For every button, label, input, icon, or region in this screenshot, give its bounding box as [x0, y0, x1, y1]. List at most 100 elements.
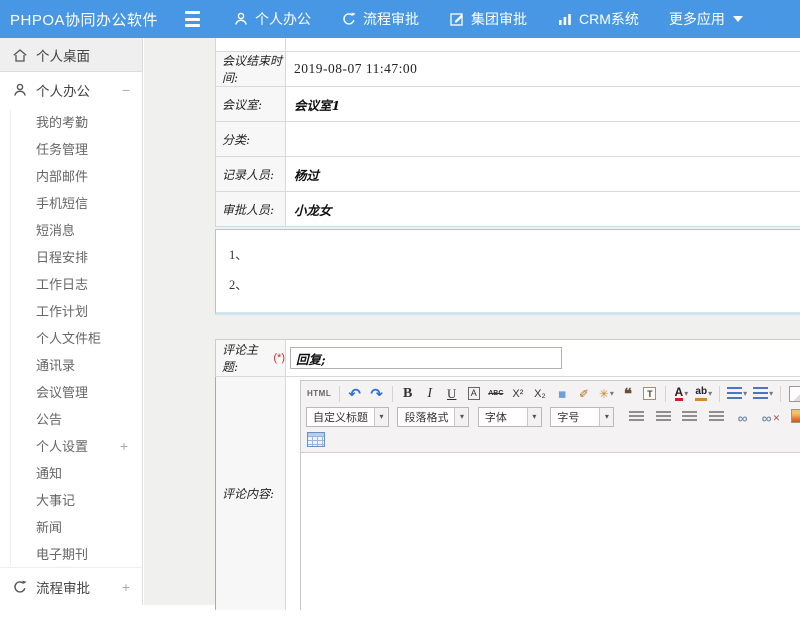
insert-table-icon[interactable] — [305, 430, 328, 450]
cycle-icon — [12, 579, 28, 595]
sidebar-item-announcement[interactable]: 公告 — [0, 405, 142, 432]
chevron-down-icon: ▾ — [527, 408, 541, 426]
sidebar-item-contacts[interactable]: 通讯录 — [0, 351, 142, 378]
sidebar-item-work-plan[interactable]: 工作计划 — [0, 297, 142, 324]
top-navigation-bar: PHPOA协同办公软件 个人办公 流程审批 集团审批 CRM系统 更多应用 — [0, 0, 800, 38]
toolbar-separator — [780, 386, 781, 402]
ordered-list-icon[interactable]: ▾ — [725, 384, 749, 404]
meeting-minutes-box: 1、 2、 — [215, 229, 800, 315]
bold-icon[interactable]: B — [398, 384, 418, 404]
chevron-down-icon — [733, 16, 743, 22]
font-size-select[interactable]: 字号 ▾ — [550, 407, 614, 427]
subscript-icon[interactable]: X₂ — [530, 384, 550, 404]
editor-content-area[interactable] — [301, 453, 800, 623]
font-color-icon[interactable]: A▾ — [671, 384, 691, 404]
editor-toolbar: HTML ↶ ↷ — [301, 381, 800, 453]
font-frame-icon[interactable]: A — [464, 384, 484, 404]
html-source-button[interactable]: HTML — [305, 384, 334, 404]
sidebar-item-work-log[interactable]: 工作日志 — [0, 270, 142, 297]
sidebar-item-personal-desktop[interactable]: 个人桌面 — [0, 38, 142, 72]
chevron-down-icon: ▾ — [454, 408, 468, 426]
sidebar-item-attendance[interactable]: 我的考勤 — [0, 108, 142, 135]
toolbar-selects: 自定义标题 ▾ 段落格式 ▾ 字体 — [304, 407, 616, 427]
sidebar-item-personal-office[interactable]: 个人办公 − — [0, 72, 142, 108]
strikethrough-icon[interactable]: ABC — [486, 384, 506, 404]
nav-item-crm-system[interactable]: CRM系统 — [557, 9, 639, 29]
sidebar-item-schedule[interactable]: 日程安排 — [0, 243, 142, 270]
insert-link-icon[interactable]: ∞ — [733, 408, 753, 428]
field-value: 小龙女 — [294, 200, 332, 219]
align-right-icon[interactable] — [680, 407, 700, 427]
rich-text-editor: HTML ↶ ↷ — [300, 380, 800, 610]
sidebar-item-meeting-management[interactable]: 会议管理 — [0, 378, 142, 405]
sidebar-item-notice[interactable]: 通知 — [0, 459, 142, 486]
align-left-icon[interactable] — [627, 407, 647, 427]
row-category: 分类: — [216, 122, 800, 157]
person-icon — [12, 82, 28, 98]
comment-content-label: 评论内容: — [222, 485, 274, 502]
paragraph-format-select[interactable]: 段落格式 ▾ — [397, 407, 469, 427]
unordered-list-icon[interactable]: ▾ — [751, 384, 775, 404]
row-recorder: 记录人员: 杨过 — [216, 157, 800, 192]
toolbar-separator — [719, 386, 720, 402]
edit-icon — [449, 11, 465, 27]
sidebar-item-personal-settings[interactable]: 个人设置 + — [0, 432, 142, 459]
insert-image-icon[interactable] — [789, 406, 800, 426]
undo-icon[interactable]: ↶ — [345, 384, 365, 404]
sidebar-item-short-message[interactable]: 短消息 — [0, 216, 142, 243]
expand-icon: + — [120, 438, 128, 454]
bar-chart-icon — [557, 11, 573, 27]
align-justify-icon[interactable] — [707, 407, 727, 427]
redo-icon[interactable]: ↷ — [367, 384, 387, 404]
new-page-icon[interactable] — [786, 384, 800, 404]
row-meeting-end-time: 会议结束时间: 2019-08-07 11:47:00 — [216, 52, 800, 87]
sidebar-item-news[interactable]: 新闻 — [0, 513, 142, 540]
autoformat-icon[interactable]: ✳▾ — [596, 384, 616, 404]
field-label: 会议结束时间: — [222, 52, 285, 86]
sidebar-item-e-journal[interactable]: 电子期刊 — [0, 540, 142, 567]
required-mark: (*) — [273, 352, 285, 364]
sidebar-item-events[interactable]: 大事记 — [0, 486, 142, 513]
highlight-color-icon[interactable]: ab▾ — [693, 384, 714, 404]
person-icon — [233, 11, 249, 27]
superscript-icon[interactable]: X² — [508, 384, 528, 404]
field-value: 杨过 — [294, 165, 319, 184]
field-label: 审批人员: — [222, 201, 274, 218]
table-row-partial — [216, 38, 800, 52]
toolbar-row-2: 自定义标题 ▾ 段落格式 ▾ 字体 — [304, 405, 800, 428]
cycle-icon — [341, 11, 357, 27]
nav-item-personal-office[interactable]: 个人办公 — [233, 9, 311, 29]
sidebar-item-workflow-approval[interactable]: 流程审批 + — [0, 567, 142, 605]
expand-icon[interactable]: + — [122, 579, 130, 595]
italic-icon[interactable]: I — [420, 384, 440, 404]
meeting-detail-table: 会议结束时间: 2019-08-07 11:47:00 会议室: 会议室1 — [215, 38, 800, 227]
sidebar-gutter — [144, 38, 215, 605]
custom-title-select[interactable]: 自定义标题 ▾ — [306, 407, 389, 427]
sidebar-submenu: 我的考勤 任务管理 内部邮件 手机短信 短消息 — [0, 108, 142, 567]
nav-item-more-apps[interactable]: 更多应用 — [669, 9, 743, 29]
sidebar-item-file-cabinet[interactable]: 个人文件柜 — [0, 324, 142, 351]
sidebar-item-sms[interactable]: 手机短信 — [0, 189, 142, 216]
menu-icon[interactable] — [185, 11, 207, 27]
underline-icon[interactable]: U — [442, 384, 462, 404]
chevron-down-icon: ▾ — [374, 408, 388, 426]
blockquote-icon[interactable]: ❝ — [618, 384, 638, 404]
toolbar-row-3 — [304, 428, 800, 451]
main-content: 会议结束时间: 2019-08-07 11:47:00 会议室: 会议室1 — [215, 38, 800, 605]
unlink-icon[interactable]: ∞✕ — [760, 408, 783, 428]
sidebar-item-internal-mail[interactable]: 内部邮件 — [0, 162, 142, 189]
align-center-icon[interactable] — [654, 407, 674, 427]
collapse-icon[interactable]: − — [122, 82, 130, 98]
toolbar-separator — [665, 386, 666, 402]
minutes-line: 2、 — [229, 274, 800, 304]
nav-item-group-approval[interactable]: 集团审批 — [449, 9, 527, 29]
nav-item-workflow-approval[interactable]: 流程审批 — [341, 9, 419, 29]
font-family-select[interactable]: 字体 ▾ — [478, 407, 542, 427]
sidebar-item-task-management[interactable]: 任务管理 — [0, 135, 142, 162]
toolbar-row2-icons: ∞ ∞✕ — [626, 405, 800, 428]
eraser-icon[interactable]: ◆ — [552, 384, 572, 404]
row-approver: 审批人员: 小龙女 — [216, 192, 800, 227]
comment-subject-input[interactable] — [290, 347, 562, 369]
paste-text-icon[interactable]: T — [640, 384, 660, 404]
format-brush-icon[interactable]: ✐ — [574, 384, 594, 404]
